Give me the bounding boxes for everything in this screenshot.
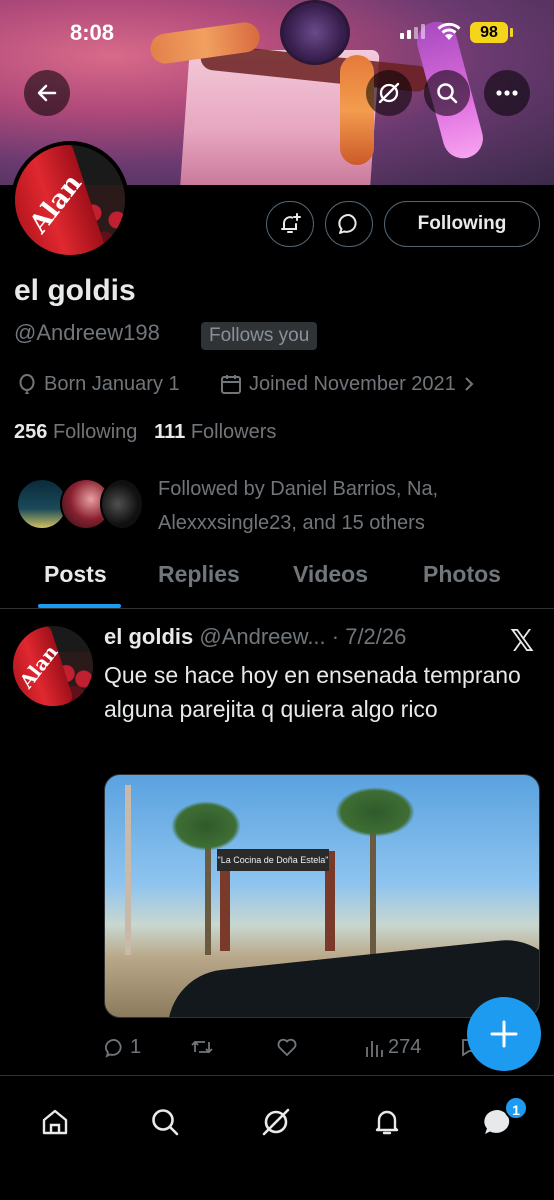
reply-icon (105, 1038, 122, 1058)
search-button[interactable] (424, 70, 470, 116)
plus-icon (490, 1020, 518, 1048)
notifications-subscribe-button[interactable] (266, 201, 314, 247)
banner-candy (340, 55, 374, 165)
followers-label: Followers (190, 421, 277, 443)
home-icon (42, 1109, 68, 1135)
message-bubble-icon (338, 214, 357, 234)
tab-replies[interactable]: Replies (158, 561, 240, 588)
status-bar: 8:08 98 (0, 0, 554, 64)
tab-posts[interactable]: Posts (44, 561, 107, 588)
active-tab-indicator (38, 604, 121, 608)
birthday-text: Born January 1 (44, 372, 180, 395)
post-handle-date: @Andreew... · 7/2/26 (199, 624, 407, 649)
repost-button[interactable] (190, 1036, 214, 1058)
following-button[interactable]: Following (384, 201, 540, 247)
post-header: el goldis @Andreew... · 7/2/26 (104, 624, 406, 650)
heart-icon (277, 1038, 297, 1057)
battery-indicator: 98 (470, 22, 508, 43)
bell-plus-icon (281, 213, 301, 233)
messages-badge: 1 (504, 1096, 528, 1120)
message-button[interactable] (325, 201, 373, 247)
post-text: Que se hace hoy en ensenada temprano alg… (104, 662, 521, 722)
follower-avatar (100, 478, 144, 530)
search-icon (437, 83, 458, 104)
joined-text: Joined November 2021 (249, 372, 456, 395)
search-icon (152, 1109, 179, 1136)
grok-icon (262, 1108, 290, 1136)
compose-post-button[interactable] (467, 997, 541, 1071)
like-button[interactable] (276, 1036, 298, 1058)
followers-link[interactable]: 111 Followers (154, 421, 276, 443)
views-icon (366, 1040, 383, 1057)
more-options-button[interactable] (484, 70, 530, 116)
post-avatar[interactable]: Alan (13, 626, 93, 706)
chevron-right-icon (465, 377, 474, 391)
post-image[interactable]: "La Cocina de Doña Estela" (104, 774, 540, 1018)
image-palm (335, 787, 415, 837)
following-link[interactable]: 256 Following (14, 421, 137, 443)
followers-count: 111 (154, 421, 186, 443)
bell-icon (375, 1110, 399, 1135)
image-palm (171, 801, 241, 851)
grok-icon (378, 82, 400, 104)
views-button[interactable]: 274 (364, 1036, 421, 1059)
followed-by-text[interactable]: Followed by Daniel Barrios, Na, Alexxxsi… (158, 472, 538, 540)
calendar-icon (221, 375, 241, 394)
image-sign: "La Cocina de Doña Estela" (217, 849, 329, 871)
joined-info[interactable]: Joined November 2021 (219, 372, 476, 396)
profile-tabs: Posts Replies Videos Photos (0, 555, 554, 609)
follow-counts: 256 Following 111 Followers (14, 421, 276, 444)
profile-name: el goldis (14, 274, 136, 307)
back-arrow-icon (37, 84, 57, 102)
cellular-signal-icon (400, 24, 425, 39)
post-author[interactable]: el goldis (104, 624, 193, 649)
following-label: Following (52, 421, 138, 443)
birthday-info: Born January 1 (16, 372, 180, 396)
nav-search[interactable] (145, 1102, 185, 1142)
bottom-navigation (0, 1075, 554, 1200)
profile-avatar[interactable]: Alan (11, 141, 129, 259)
x-logo-icon: 𝕏 (510, 625, 535, 658)
battery-tip (510, 28, 513, 37)
nav-home[interactable] (35, 1102, 75, 1142)
profile-handle: @Andreew198 (14, 320, 160, 345)
nav-notifications[interactable] (367, 1102, 407, 1142)
balloon-icon (19, 373, 35, 394)
more-icon (496, 90, 518, 96)
grok-button[interactable] (366, 70, 412, 116)
tab-videos[interactable]: Videos (293, 561, 368, 588)
nav-grok[interactable] (256, 1102, 296, 1142)
status-time: 8:08 (70, 20, 115, 45)
following-count: 256 (14, 421, 48, 443)
wifi-icon (437, 22, 461, 40)
reply-count: 1 (130, 1036, 142, 1058)
repost-icon (191, 1040, 213, 1054)
tab-photos[interactable]: Photos (423, 561, 501, 588)
back-button[interactable] (24, 70, 70, 116)
views-count: 274 (388, 1036, 422, 1058)
follows-you-badge: Follows you (201, 322, 318, 350)
image-pole (125, 785, 131, 955)
reply-button[interactable]: 1 (104, 1036, 141, 1059)
